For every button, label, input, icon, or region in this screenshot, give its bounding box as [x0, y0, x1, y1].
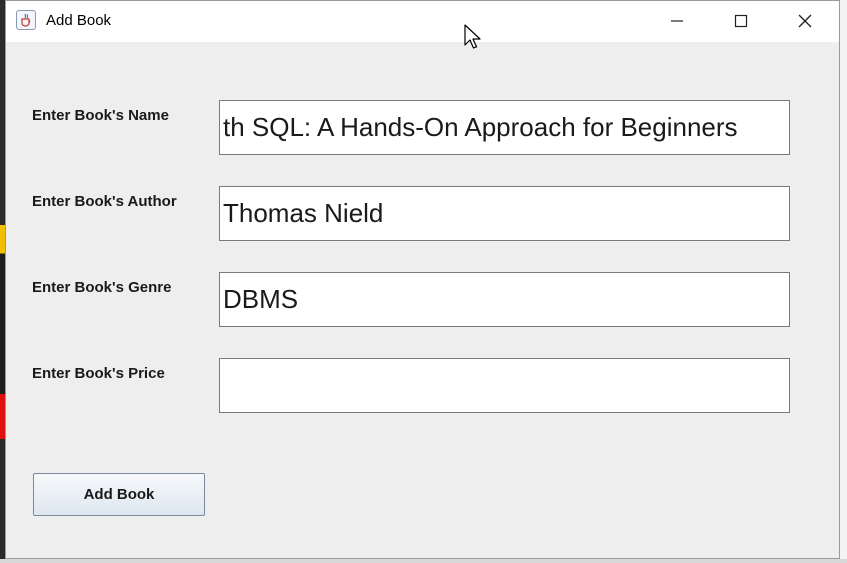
mouse-pointer-icon	[464, 24, 481, 49]
book-price-label: Enter Book's Price	[32, 365, 165, 382]
add-book-window: Add Book Enter Book's Name Enter Book's …	[5, 0, 840, 559]
book-genre-field[interactable]	[219, 272, 790, 327]
window-title: Add Book	[46, 12, 112, 29]
minimize-button[interactable]	[647, 1, 707, 41]
java-cup-icon[interactable]	[16, 10, 36, 30]
desktop-background-right	[840, 0, 847, 563]
book-price-field[interactable]	[219, 358, 790, 413]
book-author-label: Enter Book's Author	[32, 193, 177, 210]
title-bar[interactable]: Add Book	[6, 1, 839, 42]
book-author-field[interactable]	[219, 186, 790, 241]
add-book-button[interactable]: Add Book	[33, 473, 205, 516]
close-icon	[798, 14, 812, 28]
minimize-icon	[671, 20, 683, 22]
book-name-label: Enter Book's Name	[32, 107, 169, 124]
maximize-button[interactable]	[711, 1, 771, 41]
maximize-icon	[734, 14, 748, 28]
desktop-background-bottom	[0, 559, 847, 563]
book-genre-label: Enter Book's Genre	[32, 279, 172, 296]
book-name-field[interactable]	[219, 100, 790, 155]
close-button[interactable]	[775, 1, 835, 41]
